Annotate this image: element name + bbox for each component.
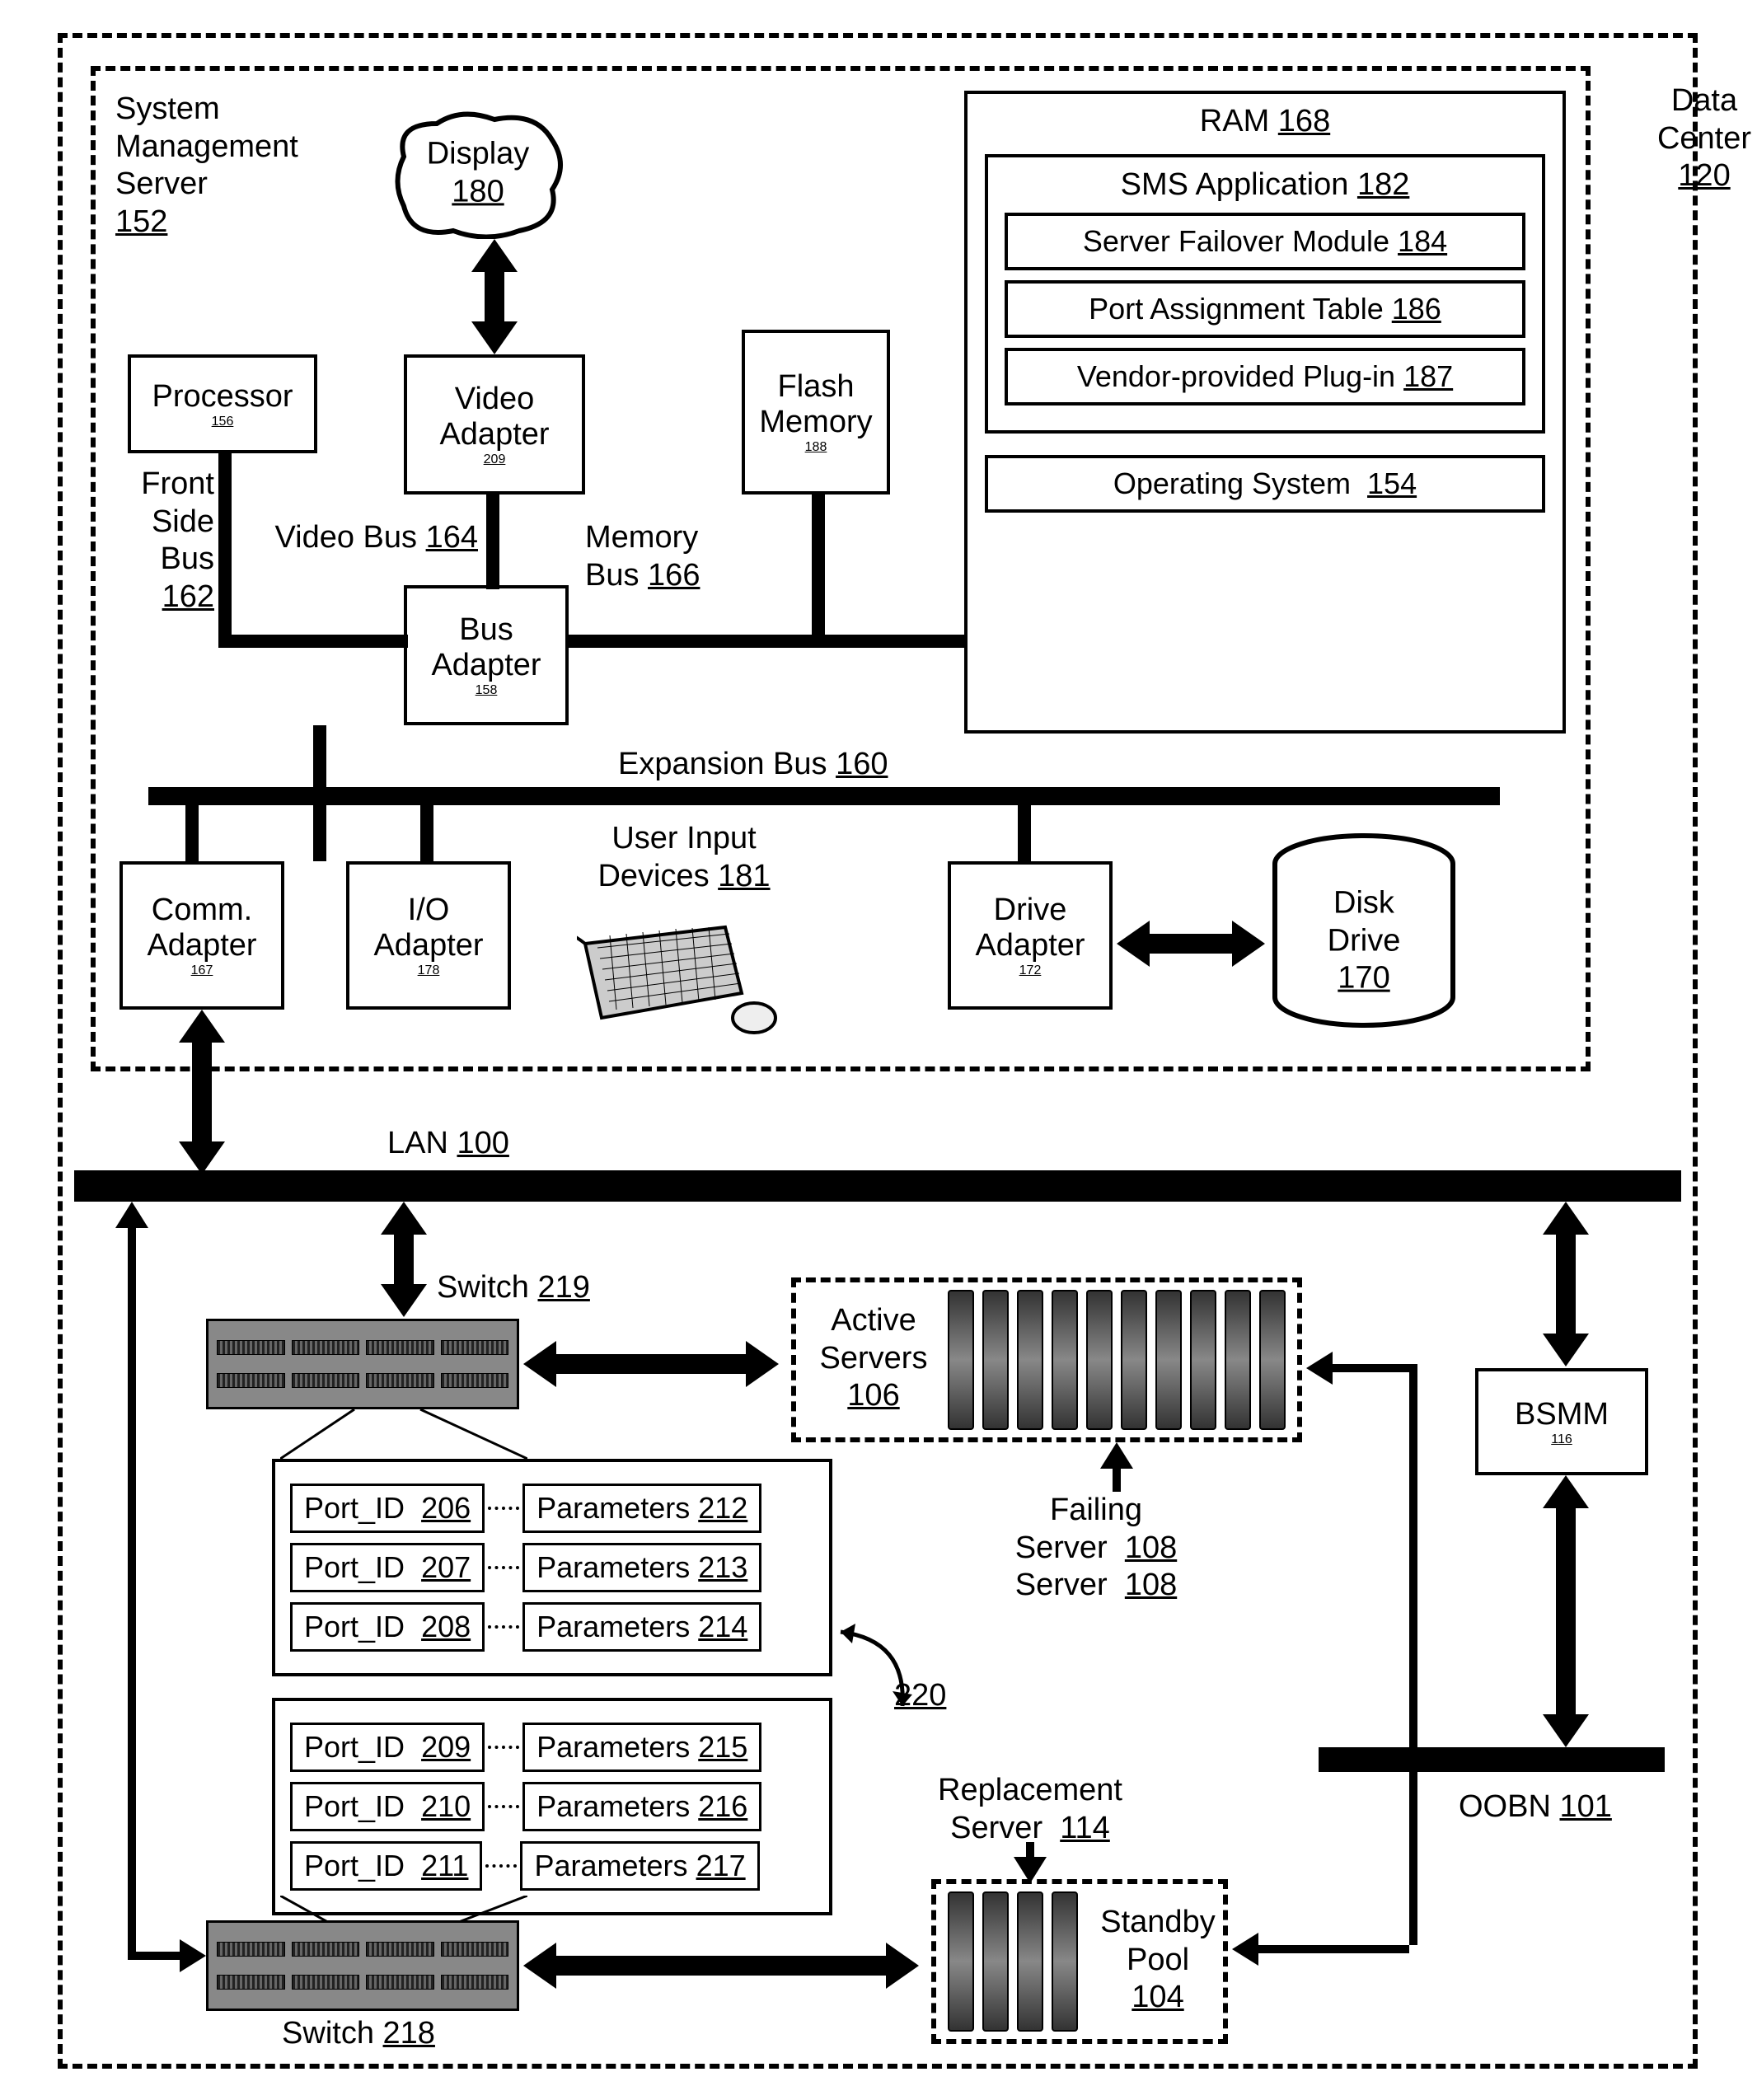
front-side-bus-line bbox=[218, 453, 232, 643]
switch-219 bbox=[206, 1319, 519, 1409]
lan-label: LAN 100 bbox=[387, 1125, 569, 1163]
video-bus-label: Video Bus 164 bbox=[247, 519, 478, 557]
switch219-label: Switch 219 bbox=[437, 1269, 626, 1307]
failover-block: Server Failover Module 184 bbox=[1005, 213, 1525, 270]
front-side-bus-h bbox=[218, 635, 408, 648]
memory-bus-label: Memory Bus 166 bbox=[585, 519, 766, 594]
disk-drive-block: Disk Drive170 bbox=[1269, 832, 1459, 1030]
port-assign-block: Port Assignment Table 186 bbox=[1005, 280, 1525, 338]
callout-219 bbox=[280, 1409, 527, 1459]
bsmm-block: BSMM 116 bbox=[1475, 1368, 1648, 1475]
port-table-lower: Port_ID 209 Parameters 215 Port_ID 210 P… bbox=[272, 1698, 832, 1915]
lower-row-1: Port_ID 210 Parameters 216 bbox=[290, 1782, 814, 1831]
replacement-arrow bbox=[1018, 1842, 1042, 1883]
lan-to-bsmm-arrow bbox=[1549, 1202, 1582, 1366]
expbus-stub-3 bbox=[1018, 804, 1031, 861]
flash-bus-v bbox=[812, 495, 825, 643]
oobn-bar bbox=[1319, 1747, 1665, 1772]
os-block: Operating System 154 bbox=[985, 455, 1545, 513]
active-servers-label: Active Servers106 bbox=[808, 1302, 939, 1415]
switch218-label: Switch 218 bbox=[255, 2015, 462, 2053]
comm-to-lan-arrow bbox=[185, 1010, 218, 1174]
memory-bus-h bbox=[567, 635, 971, 648]
failing-arrow bbox=[1104, 1442, 1129, 1492]
active-servers-graphic bbox=[948, 1290, 1286, 1430]
expbus-stub-2 bbox=[420, 804, 433, 861]
standby-servers-graphic bbox=[948, 1891, 1078, 2032]
keyboard-icon bbox=[577, 902, 783, 1043]
flash-memory-block: Flash Memory 188 bbox=[742, 330, 890, 495]
expbus-stub-1 bbox=[185, 804, 199, 861]
to-switch218 bbox=[128, 1943, 206, 1968]
switch-to-active-arrow bbox=[523, 1339, 779, 1389]
drive-adapter-block: Drive Adapter 172 bbox=[948, 861, 1113, 1010]
busadapter-down bbox=[313, 725, 326, 790]
lan-left-v bbox=[128, 1228, 136, 1953]
expansion-bus bbox=[148, 787, 1500, 805]
switch218-to-standby bbox=[523, 1941, 919, 1990]
video-adapter-block: Video Adapter 209 bbox=[404, 354, 585, 495]
upper-row-2: Port_ID 208 Parameters 214 bbox=[290, 1602, 814, 1652]
bus-adapter-block: Bus Adapter 158 bbox=[404, 585, 569, 725]
switch219-arrow bbox=[387, 1202, 420, 1317]
upper-row-0: Port_ID 206 Parameters 212 bbox=[290, 1484, 814, 1533]
user-input-label: User Input Devices 181 bbox=[577, 820, 791, 895]
failing-server-label-fix: FailingServer 108 bbox=[989, 1492, 1203, 1567]
oobn-up bbox=[1401, 1364, 1426, 1750]
lower-row-0: Port_ID 209 Parameters 215 bbox=[290, 1723, 814, 1772]
oobn-label: OOBN 101 bbox=[1459, 1788, 1673, 1826]
ram-block: RAM 168 SMS Application 182 Server Failo… bbox=[964, 91, 1566, 734]
display-arrow bbox=[478, 239, 511, 354]
port-table-upper: Port_ID 206 Parameters 212 Port_ID 207 P… bbox=[272, 1459, 832, 1676]
processor-block: Processor 156 bbox=[128, 354, 317, 453]
oobn-down bbox=[1401, 1772, 1426, 1945]
mapping-220-label: 220 bbox=[894, 1677, 968, 1715]
comm-adapter-block: Comm. Adapter 167 bbox=[119, 861, 284, 1010]
fsb-label: Front Side Bus162 bbox=[124, 466, 214, 616]
drive-to-disk-arrow bbox=[1117, 919, 1265, 968]
oobn-to-standby bbox=[1232, 1937, 1409, 1962]
standby-pool-label: Standby Pool104 bbox=[1092, 1904, 1224, 2017]
sms-label: System Management Server152 bbox=[115, 91, 330, 241]
lower-row-2: Port_ID 211 Parameters 217 bbox=[290, 1841, 814, 1891]
display-block: Display180 bbox=[387, 107, 569, 239]
oobn-to-active bbox=[1306, 1356, 1409, 1380]
data-center-label: Data Center120 bbox=[1630, 82, 1757, 195]
switch-218 bbox=[206, 1920, 519, 2011]
plugin-block: Vendor-provided Plug-in 187 bbox=[1005, 348, 1525, 405]
lan-bar bbox=[74, 1170, 1681, 1202]
io-adapter-block: I/O Adapter 178 bbox=[346, 861, 511, 1010]
expansion-bus-label: Expansion Bus 160 bbox=[618, 746, 948, 784]
replacement-label: ReplacementServer 114 bbox=[907, 1772, 1154, 1847]
sms-app-block: SMS Application 182 Server Failover Modu… bbox=[985, 154, 1545, 434]
upper-row-1: Port_ID 207 Parameters 213 bbox=[290, 1543, 814, 1592]
video-bus-line bbox=[486, 495, 499, 589]
bsmm-to-oobn-arrow bbox=[1549, 1475, 1582, 1747]
